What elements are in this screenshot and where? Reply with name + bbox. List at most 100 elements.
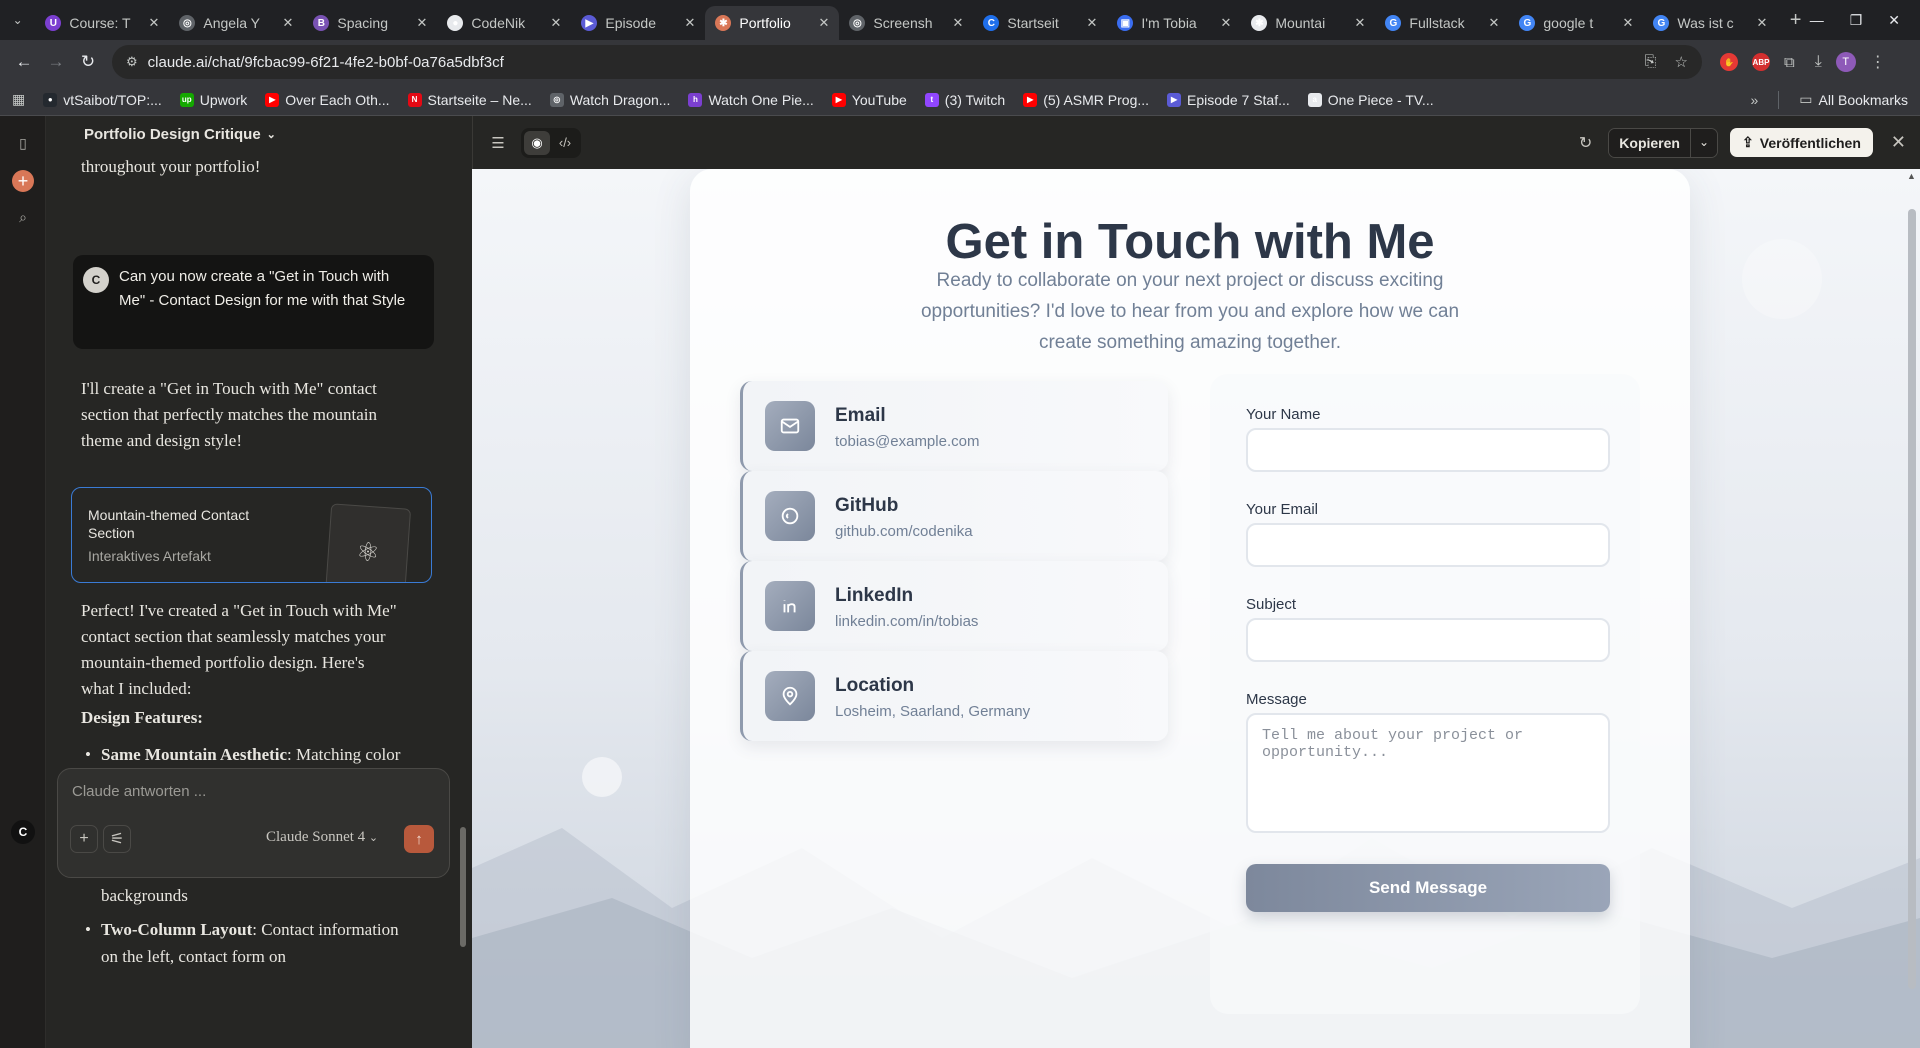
tab-close-icon[interactable]: ✕ — [282, 15, 293, 31]
profile-avatar[interactable]: T — [1835, 52, 1856, 72]
tab-close-icon[interactable]: ✕ — [148, 15, 159, 31]
bookmark-item[interactable]: ◎ Watch Dragon... — [549, 91, 671, 108]
email-field[interactable] — [1246, 523, 1610, 567]
reload-icon[interactable]: ↻ — [72, 46, 104, 78]
bookmark-item[interactable]: a One Piece - TV... — [1307, 92, 1434, 108]
bookmark-item[interactable]: ● vtSaibot/TOP:... — [43, 92, 162, 108]
browser-tab[interactable]: ● CodeNik ✕ — [437, 6, 571, 40]
tab-strip: ⌄ U Course: T ✕ ◎ Angela Y ✕ B Spacing ✕ ● CodeNik… — [0, 0, 1920, 40]
extensions-puzzle-icon[interactable]: ⧉ — [1784, 54, 1795, 71]
feature-item: Two-Column Layout: Contact information o… — [81, 917, 411, 970]
chat-scrollbar[interactable] — [460, 827, 466, 947]
apps-grid-icon[interactable]: ▦ — [12, 91, 25, 108]
all-bookmarks-folder[interactable]: ▭ All Bookmarks — [1799, 91, 1908, 108]
minimize-icon[interactable]: — — [1810, 12, 1824, 29]
new-tab-button[interactable]: + — [1781, 4, 1809, 36]
browser-tab[interactable]: ◎ Angela Y ✕ — [169, 6, 303, 40]
bookmark-item[interactable]: ▶ YouTube — [831, 92, 907, 108]
account-avatar[interactable]: C — [11, 820, 35, 844]
back-icon[interactable]: ← — [8, 46, 40, 78]
tab-close-icon[interactable]: ✕ — [1220, 15, 1231, 31]
tab-close-icon[interactable]: ✕ — [1354, 15, 1365, 31]
bookmark-item[interactable]: ▶ (5) ASMR Prog... — [1023, 92, 1149, 108]
browser-tab[interactable]: ✱ Mountai ✕ — [1241, 6, 1375, 40]
downloads-icon[interactable]: ⤓ — [1815, 53, 1822, 71]
conversation-title-button[interactable]: Portfolio Design Critique ⌄ — [46, 116, 472, 152]
send-message-button[interactable]: Send Message — [1246, 864, 1610, 912]
url-text: claude.ai/chat/9fcbac99-6f21-4fe2-b0bf-0… — [147, 53, 504, 71]
bookmark-star-icon[interactable]: ☆ — [1675, 53, 1688, 71]
browser-tab[interactable]: C Startseit ✕ — [973, 6, 1107, 40]
scroll-up-arrow-icon[interactable]: ▲ — [1907, 171, 1916, 181]
restore-icon[interactable]: ❐ — [1850, 12, 1863, 29]
browser-tab[interactable]: Ggoogle t ✕ — [1509, 6, 1643, 40]
tab-search-button[interactable]: ⌄ — [0, 0, 35, 40]
browser-tab[interactable]: U Course: T ✕ — [35, 6, 169, 40]
extension-red-icon[interactable]: ✋ — [1720, 53, 1738, 71]
contact-item-email[interactable]: Email tobias@example.com — [740, 381, 1168, 471]
preview-scrollbar[interactable] — [1908, 209, 1916, 989]
browser-tab[interactable]: ✱ Portfolio ✕ — [705, 6, 840, 40]
tab-close-icon[interactable]: ✕ — [684, 15, 695, 31]
tab-close-icon[interactable]: ✕ — [1756, 15, 1767, 31]
artifact-card[interactable]: Mountain-themed Contact Section Interakt… — [71, 487, 432, 583]
copy-button[interactable]: Kopieren — [1609, 128, 1690, 157]
copy-options-chevron-icon[interactable]: ⌄ — [1689, 128, 1718, 157]
bookmark-item[interactable]: t (3) Twitch — [924, 92, 1005, 108]
tools-sliders-icon[interactable]: ⚟ — [103, 825, 131, 853]
tab-close-icon[interactable]: ✕ — [550, 15, 561, 31]
bookmark-label: (5) ASMR Prog... — [1043, 91, 1150, 108]
browser-tab[interactable]: ▣ I'm Tobia ✕ — [1107, 6, 1241, 40]
tab-close-icon[interactable]: ✕ — [818, 15, 829, 31]
tab-close-icon[interactable]: ✕ — [1622, 15, 1633, 31]
bookmark-item[interactable]: up Upwork — [179, 92, 247, 108]
bookmark-item[interactable]: h Watch One Pie... — [688, 92, 814, 108]
composer-input[interactable]: Claude antworten ... — [72, 783, 206, 800]
contact-subheading: Ready to collaborate on your next projec… — [920, 270, 1460, 353]
bookmark-label: Watch Dragon... — [569, 91, 671, 108]
message-field[interactable] — [1246, 713, 1610, 833]
tab-close-icon[interactable]: ✕ — [952, 15, 963, 31]
bookmark-item[interactable]: N Startseite – Ne... — [407, 92, 532, 108]
adblock-icon[interactable]: ABP — [1752, 53, 1770, 71]
tab-close-icon[interactable]: ✕ — [1086, 15, 1097, 31]
bookmark-item[interactable]: ▶ Episode 7 Staf... — [1167, 92, 1290, 108]
browser-tab[interactable]: ◎ Screensh ✕ — [839, 6, 973, 40]
site-info-icon[interactable]: ⚙ — [126, 54, 138, 70]
contact-item-github[interactable]: GitHub github.com/codenika — [740, 471, 1168, 561]
refresh-icon[interactable]: ↻ — [1579, 133, 1592, 153]
cloud-decoration — [1742, 239, 1822, 319]
name-field[interactable] — [1246, 428, 1610, 472]
close-window-icon[interactable]: ✕ — [1888, 12, 1900, 29]
model-selector[interactable]: Claude Sonnet 4 ⌄ — [266, 829, 378, 846]
sidebar-toggle-icon[interactable]: ▯ — [12, 132, 34, 154]
contact-item-location[interactable]: Location Losheim, Saarland, Germany — [740, 651, 1168, 741]
artifact-list-icon[interactable]: ☰ — [487, 132, 509, 154]
new-chat-button[interactable]: + — [12, 170, 34, 192]
subject-field[interactable] — [1246, 618, 1610, 662]
subject-label: Subject — [1246, 596, 1297, 613]
forward-icon[interactable]: → — [40, 46, 72, 78]
more-bookmarks-icon[interactable]: » — [1751, 92, 1759, 108]
browser-tab[interactable]: B Spacing ✕ — [303, 6, 437, 40]
bookmark-item[interactable]: ▶ Over Each Oth... — [265, 92, 390, 108]
browser-tab[interactable]: G Fullstack ✕ — [1375, 6, 1509, 40]
browser-tab[interactable]: ▶ Episode ✕ — [571, 6, 705, 40]
view-toggle: ◉ ‹/› — [521, 127, 581, 158]
preview-eye-icon[interactable]: ◉ — [524, 130, 550, 155]
tab-close-icon[interactable]: ✕ — [1488, 15, 1499, 31]
install-app-icon[interactable]: ⎘ — [1645, 53, 1657, 71]
tab-close-icon[interactable]: ✕ — [416, 15, 427, 31]
attach-plus-icon[interactable]: + — [70, 825, 98, 853]
tab-favicon-icon: U — [45, 15, 62, 31]
bookmarks-bar: ▦ ● vtSaibot/TOP:... up Upwork ▶ Over Each Ot… — [0, 84, 1920, 116]
publish-button[interactable]: ⇪ Veröffentlichen — [1730, 128, 1873, 157]
contact-item-linkedin[interactable]: LinkedIn linkedin.com/in/tobias — [740, 561, 1168, 651]
browser-menu-icon[interactable]: ⋮ — [1870, 52, 1886, 72]
code-icon[interactable]: ‹/› — [552, 131, 578, 155]
address-bar[interactable]: ⚙ claude.ai/chat/9fcbac99-6f21-4fe2-b0bf… — [112, 45, 1702, 79]
browser-tab[interactable]: G Was ist c ✕ — [1643, 6, 1777, 40]
send-arrow-icon[interactable]: ↑ — [404, 825, 434, 853]
search-icon[interactable]: ⌕ — [12, 206, 34, 228]
close-panel-icon[interactable]: ✕ — [1891, 132, 1906, 153]
